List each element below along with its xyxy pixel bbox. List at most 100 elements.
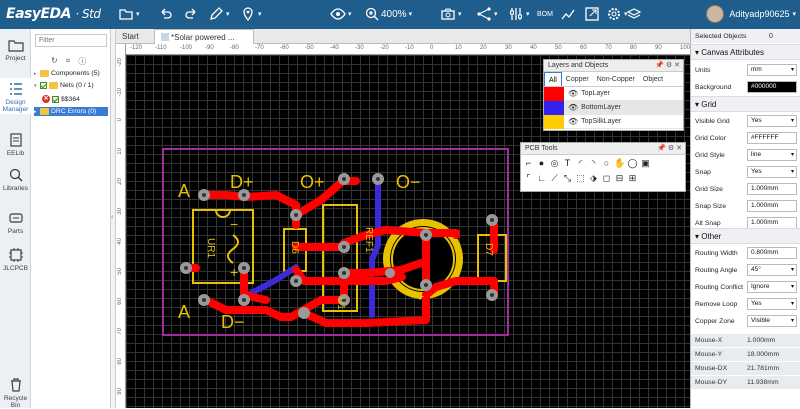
checkbox[interactable] [40,82,47,89]
dimension-tool-icon[interactable]: ⟋ [549,172,560,185]
zoom-icon[interactable] [364,6,380,22]
routing-width-input[interactable]: 0.800mm [747,247,797,259]
close-icon[interactable]: ✕ [674,62,680,69]
trash-icon [10,378,21,392]
app-logo[interactable]: EasyEDA · Std [6,6,101,22]
layers-tab-copper[interactable]: Copper [562,72,593,86]
routing-conflict-select[interactable]: Ignore [747,281,797,293]
ruler-tick-label: 80 [630,45,637,51]
rect-tool-icon[interactable]: ◻ [601,172,612,185]
layers-tab-object[interactable]: Object [639,72,667,86]
nav-libraries[interactable]: Libraries [0,167,31,192]
gear-icon[interactable]: ⚙ [668,145,674,152]
settings-icon[interactable]: ▾ [606,6,628,22]
text-tool-icon[interactable]: T [562,157,573,170]
units-select[interactable]: mm [747,64,797,76]
layer-row-bottomlayer[interactable]: 👁 BottomLayer [544,100,683,115]
nav-project[interactable]: Project [0,37,31,62]
layers-tab-all[interactable]: All [544,72,562,86]
pin-icon[interactable]: 📌 [657,145,666,152]
snap-size-input[interactable]: 1.000mm [747,200,797,212]
info-icon[interactable]: ⓘ [78,56,86,67]
connect-tool-icon[interactable]: ⌜ [523,172,534,185]
eye-icon[interactable]: 👁 [568,89,578,98]
tree-components[interactable]: ▸ Components (5) [34,70,100,77]
nav-eelib[interactable]: EELib [0,132,31,157]
design-manager-toolbar: ↻ ⌗ ⓘ [51,56,86,67]
measure-tool-icon[interactable]: ⊞ [627,172,638,185]
copper-area-icon[interactable]: ⬚ [575,172,586,185]
tab-start[interactable]: Start [116,29,152,44]
close-icon[interactable]: ✕ [676,145,682,152]
undo-icon[interactable] [158,6,174,22]
user-menu[interactable]: Adityadp90625 ▾ [706,5,796,23]
pin-icon[interactable]: 📌 [655,62,664,69]
track-tool-icon[interactable]: ⌐ [523,157,534,170]
chart-icon[interactable] [560,6,576,22]
ruler-tick-label: -120 [130,45,143,51]
section-other[interactable]: ▾ Other [691,228,800,244]
eye-icon[interactable]: 👁 [568,117,578,126]
layer-row-toplayer[interactable]: 👁 TopLayer [544,86,683,101]
hole-tool-icon[interactable]: ◯ [627,157,638,170]
via-tool-icon[interactable]: ◎ [549,157,560,170]
grid-color-input[interactable]: #FFFFFF [747,132,797,144]
circle-tool-icon[interactable]: ○ [601,157,612,170]
pcb-tools-panel: PCB Tools 📌 ⚙ ✕ ⌐ ● ◎ T ◜ ◝ ○ ✋ ◯ ▣ ⌜ ∟ ⟋… [520,142,686,192]
view-eye-icon[interactable]: ▾ [330,6,352,22]
remove-loop-select[interactable]: Yes [747,298,797,310]
visible-grid-select[interactable]: Yes [747,115,797,127]
mouse-x-row: Mouse-X 1.000mm [691,334,800,348]
export-icon[interactable] [584,6,600,22]
snap-select[interactable]: Yes [747,166,797,178]
grid-size-input[interactable]: 1.000mm [747,183,797,195]
nav-jlcpcb[interactable]: JLCPCB [0,247,31,272]
bom-button[interactable]: BOM [537,6,553,22]
redo-icon[interactable] [183,6,199,22]
document-tabs: Start *Solar powered ... [116,29,690,44]
align-tool-icon[interactable]: ⊟ [614,172,625,185]
svg-text:+: + [230,264,238,280]
arc-tool-icon[interactable]: ◜ [575,157,586,170]
tab-solar-powered[interactable]: *Solar powered ... [154,29,254,44]
image-tool-icon[interactable]: ▣ [640,157,651,170]
layers-tab-non-copper[interactable]: Non-Copper [593,72,639,86]
nav-design-manager[interactable]: Design Manager [0,78,31,114]
tree-drc-errors[interactable]: ▸ DRC Errors (0) [34,107,108,116]
file-menu-icon[interactable]: ▾ [118,6,140,22]
routing-angle-select[interactable]: 45° [747,264,797,276]
gear-icon[interactable]: ⚙ [666,62,672,69]
nav-parts[interactable]: Parts [0,210,31,235]
crop-icon[interactable]: ⌗ [66,56,71,67]
solid-region-icon[interactable]: ⬗ [588,172,599,185]
zoom-level[interactable]: 400% ▾ [381,6,412,22]
prop-snap-size: Snap Size 1.000mm [691,198,800,214]
folder-icon [49,82,58,89]
pad-tool-icon[interactable]: ● [536,157,547,170]
share-icon[interactable]: ▾ [476,6,498,22]
tree-net-item[interactable]: ✕ $$364 [42,95,80,103]
pencil-icon[interactable]: ▾ [208,6,230,22]
eye-icon[interactable]: 👁 [568,103,578,112]
hand-tool-icon[interactable]: ✋ [614,157,625,170]
grid-style-select[interactable]: line [747,149,797,161]
camera-icon[interactable]: ▾ [440,6,462,22]
nav-recycle-bin[interactable]: Recycle Bin [0,377,31,409]
manufacture-icon[interactable]: ▾ [508,6,530,22]
arc2-tool-icon[interactable]: ◝ [588,157,599,170]
place-pin-icon[interactable]: ▾ [240,6,262,22]
move-tool-icon[interactable]: ⤡ [562,172,573,185]
prop-snap: Snap Yes [691,164,800,180]
layers-icon[interactable] [626,6,642,22]
filter-input[interactable] [35,34,107,47]
refresh-icon[interactable]: ↻ [51,56,58,67]
layer-row-topsilklayer[interactable]: 👁 TopSilkLayer [544,114,683,129]
checkbox[interactable] [52,95,59,103]
background-color-input[interactable]: #000000 [747,81,797,93]
line-tool-icon[interactable]: ∟ [536,172,547,185]
copper-zone-select[interactable]: Visible [747,315,797,327]
prop-grid-size: Grid Size 1.000mm [691,181,800,197]
section-canvas-attributes[interactable]: ▾ Canvas Attributes [691,44,800,60]
section-grid[interactable]: ▾ Grid [691,96,800,112]
tree-nets[interactable]: ▾ Nets (0 / 1) [34,82,94,89]
